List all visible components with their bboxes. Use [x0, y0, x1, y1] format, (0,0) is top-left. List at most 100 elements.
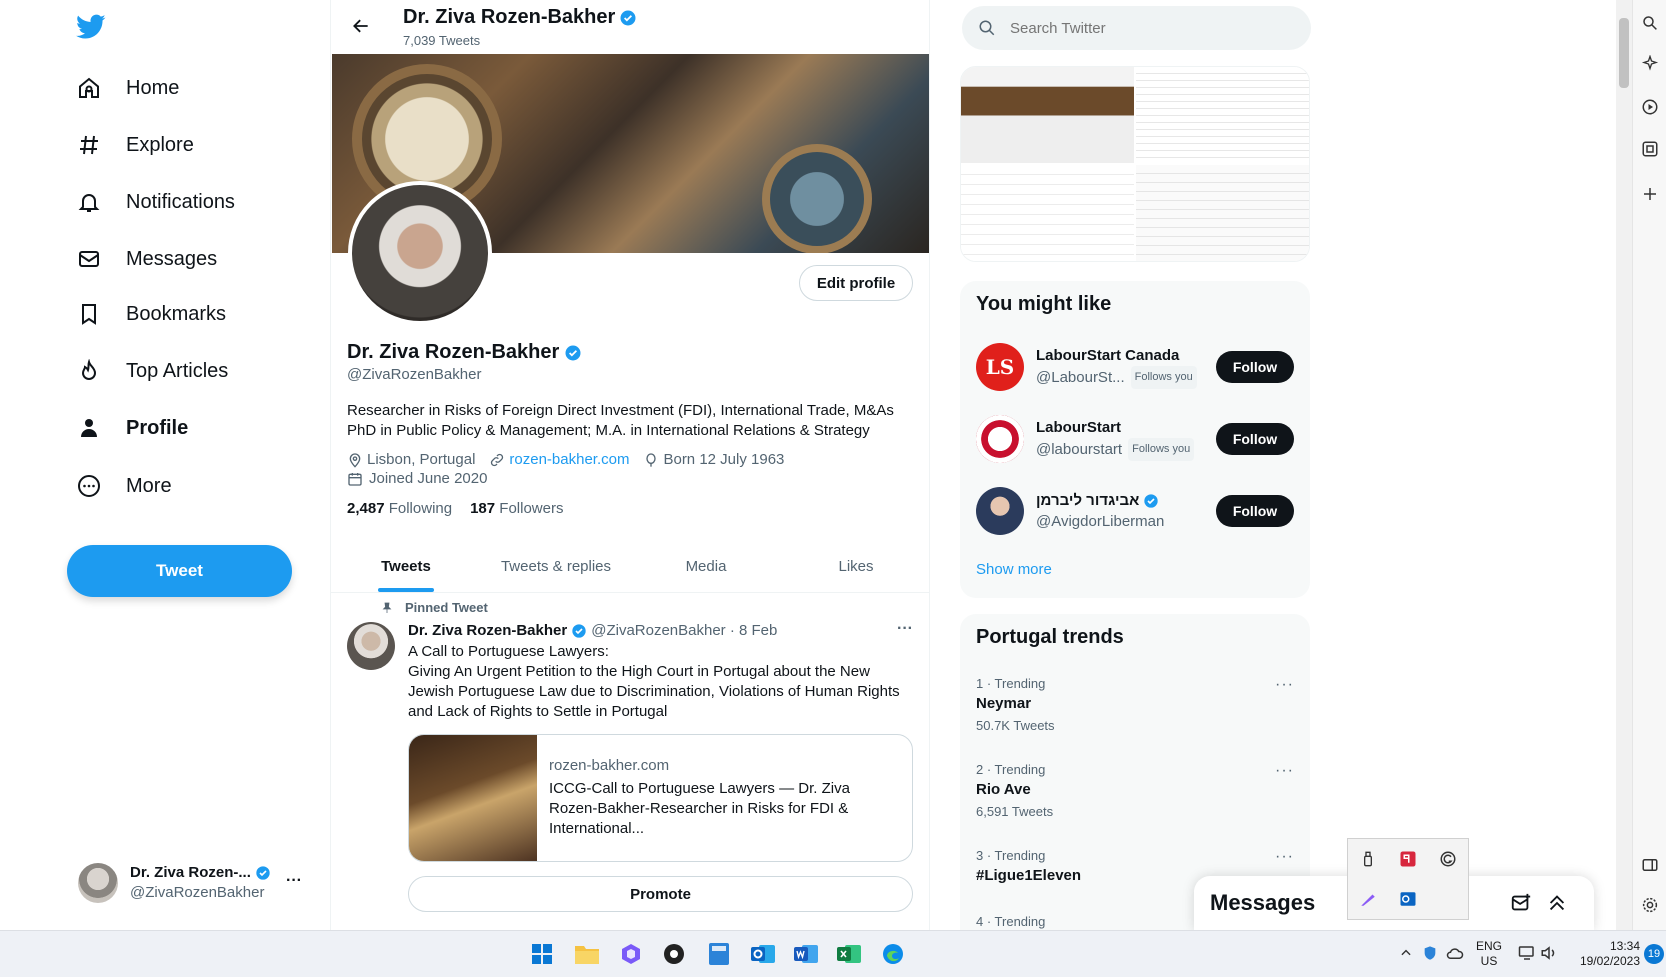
account-more-icon[interactable]: ···: [286, 872, 302, 890]
card-title-line: International...: [549, 820, 645, 837]
nav-explore[interactable]: Explore: [76, 123, 194, 167]
media-thumbnail[interactable]: [961, 67, 1134, 163]
account-name: Dr. Ziva Rozen-...: [130, 864, 251, 881]
follow-button[interactable]: Follow: [1216, 351, 1294, 383]
edit-profile-button[interactable]: Edit profile: [799, 265, 913, 301]
security-shield-icon[interactable]: [1422, 945, 1438, 961]
suggestion-item[interactable]: אביגדור ליברמן @AvigdorLiberman Follow: [976, 483, 1294, 539]
clock[interactable]: 13:34 19/02/2023: [1564, 939, 1640, 969]
link-card[interactable]: rozen-bakher.com ICCG-Call to Portuguese…: [408, 734, 913, 862]
copilot-icon[interactable]: [616, 939, 646, 969]
profile-location: Lisbon, Portugal: [367, 451, 476, 468]
verified-icon: [619, 9, 637, 27]
search-icon[interactable]: [1641, 14, 1659, 32]
volume-icon[interactable]: [1540, 945, 1558, 961]
search-bar[interactable]: [962, 6, 1311, 50]
pen-icon[interactable]: [1359, 890, 1377, 908]
games-icon[interactable]: [1641, 98, 1659, 116]
tweet-line: and Lack of Rights to Settle in Portugal: [408, 703, 668, 720]
office-icon[interactable]: [1641, 140, 1659, 158]
trend-more-icon[interactable]: ···: [1275, 848, 1294, 866]
windows-start-icon[interactable]: [527, 939, 557, 969]
trend-item[interactable]: 2 · Trending Rio Ave 6,591 Tweets ···: [976, 762, 1294, 819]
tweet-button[interactable]: Tweet: [67, 545, 292, 597]
nav-home[interactable]: Home: [76, 66, 179, 110]
nav-top-articles[interactable]: Top Articles: [76, 349, 228, 393]
profile-website-link[interactable]: rozen-bakher.com: [509, 451, 629, 468]
link-icon: [489, 452, 505, 468]
nav-profile[interactable]: Profile: [76, 406, 188, 450]
tweet-count: 7,039 Tweets: [403, 33, 481, 48]
obs-icon[interactable]: [659, 939, 689, 969]
nav-messages[interactable]: Messages: [76, 237, 217, 281]
avatar[interactable]: [347, 622, 395, 670]
location-pin-icon: [347, 452, 363, 468]
follow-button[interactable]: Follow: [1216, 423, 1294, 455]
account-switcher[interactable]: Dr. Ziva Rozen-... @ZivaRozenBakher ···: [78, 858, 318, 908]
following-label: Following: [388, 500, 453, 517]
avatar: LS: [976, 343, 1024, 391]
trend-more-icon[interactable]: ···: [1275, 762, 1294, 780]
promote-button[interactable]: Promote: [408, 876, 913, 912]
word-icon[interactable]: [791, 939, 821, 969]
tweet-line: Jewish Portuguese Law due to Discriminat…: [408, 683, 900, 700]
chevron-up-icon[interactable]: [1399, 946, 1413, 960]
outlook-icon[interactable]: [748, 939, 778, 969]
profile-bio: Researcher in Risks of Foreign Direct In…: [347, 401, 894, 441]
page-scrollbar[interactable]: [1616, 0, 1632, 930]
scrollbar-thumb[interactable]: [1619, 18, 1629, 88]
edge-browser-icon[interactable]: [878, 939, 908, 969]
add-icon[interactable]: [1641, 185, 1659, 203]
search-input[interactable]: [1010, 19, 1290, 37]
file-explorer-icon[interactable]: [572, 939, 602, 969]
nav-notifications-label: Notifications: [126, 190, 235, 213]
pinned-tweet[interactable]: Pinned Tweet Dr. Ziva Rozen-Bakher @Ziva…: [331, 594, 929, 930]
onedrive-cloud-icon[interactable]: [1446, 945, 1464, 961]
language-indicator[interactable]: ENG US: [1474, 939, 1504, 969]
trend-more-icon[interactable]: ···: [1275, 676, 1294, 694]
notification-count-badge[interactable]: 19: [1644, 944, 1664, 964]
tweet-line: A Call to Portuguese Lawyers:: [408, 643, 609, 660]
network-icon[interactable]: [1518, 945, 1536, 961]
expand-up-icon[interactable]: [1546, 892, 1568, 914]
profile-avatar[interactable]: [348, 181, 492, 325]
back-arrow-icon[interactable]: [351, 16, 371, 36]
tab-media[interactable]: Media: [631, 540, 781, 592]
tab-tweets[interactable]: Tweets: [331, 540, 481, 592]
media-thumbnail[interactable]: [1136, 165, 1309, 261]
suggestion-handle: @AvigdorLiberman: [1036, 513, 1165, 530]
header-name: Dr. Ziva Rozen-Bakher: [403, 6, 616, 28]
media-thumbnail[interactable]: [1136, 67, 1309, 163]
media-thumbnail[interactable]: [961, 165, 1134, 261]
sparkle-icon[interactable]: [1641, 55, 1659, 73]
new-message-icon[interactable]: [1510, 892, 1532, 914]
nav-more[interactable]: More: [76, 464, 172, 508]
tab-likes[interactable]: Likes: [781, 540, 929, 592]
verified-icon: [255, 865, 271, 881]
suggestion-item[interactable]: LabourStart @labourstart Follows you Foll…: [976, 411, 1294, 467]
nav-notifications[interactable]: Notifications: [76, 180, 235, 224]
settings-gear-icon[interactable]: [1641, 896, 1659, 914]
profile-media-grid[interactable]: [960, 66, 1310, 262]
twitter-logo-icon[interactable]: [76, 14, 106, 40]
followers-link[interactable]: 187 Followers: [470, 500, 563, 517]
usb-icon[interactable]: [1360, 851, 1376, 867]
follow-button[interactable]: Follow: [1216, 495, 1294, 527]
outlook-tray-icon[interactable]: [1399, 890, 1417, 908]
tweet-more-icon[interactable]: ···: [897, 620, 913, 638]
suggestion-item[interactable]: LS LabourStart Canada @LabourSt... Follow…: [976, 339, 1294, 395]
grammarly-icon[interactable]: [1439, 850, 1457, 868]
calculator-icon[interactable]: [704, 939, 734, 969]
following-link[interactable]: 2,487 Following: [347, 500, 452, 517]
nav-bookmarks-label: Bookmarks: [126, 302, 227, 325]
nav-bookmarks[interactable]: Bookmarks: [76, 292, 226, 336]
tweet-author[interactable]: Dr. Ziva Rozen-Bakher: [408, 622, 567, 639]
sidebar-toggle-icon[interactable]: [1641, 856, 1659, 874]
show-more-link[interactable]: Show more: [976, 561, 1052, 578]
nav-home-label: Home: [126, 76, 180, 99]
tab-tweets-replies[interactable]: Tweets & replies: [481, 540, 631, 592]
pdf-app-icon[interactable]: [1399, 850, 1417, 868]
calendar-icon: [347, 471, 363, 487]
trend-item[interactable]: 1 · Trending Neymar 50.7K Tweets ···: [976, 676, 1294, 733]
excel-icon[interactable]: [834, 939, 864, 969]
